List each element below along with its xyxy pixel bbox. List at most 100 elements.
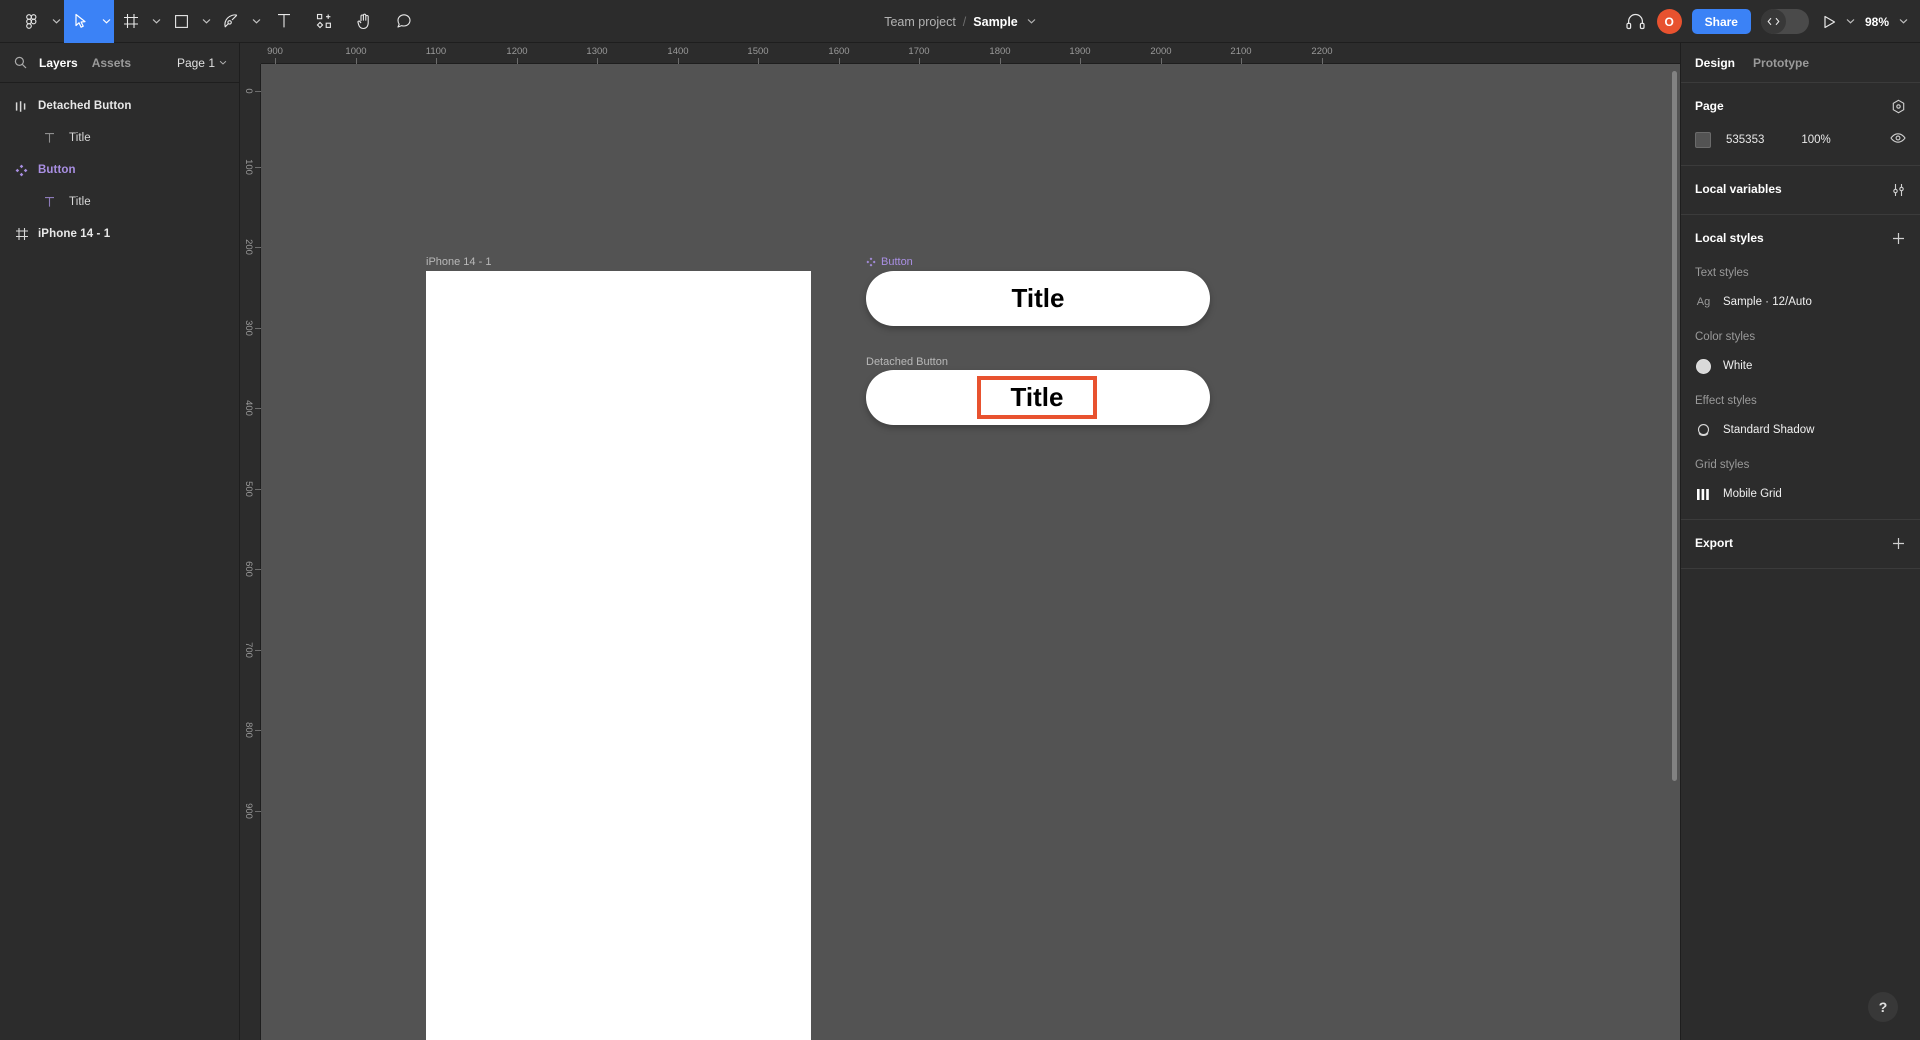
eye-icon[interactable] bbox=[1890, 131, 1906, 149]
layer-label: iPhone 14 - 1 bbox=[38, 228, 111, 240]
page-color-swatch[interactable] bbox=[1695, 132, 1711, 148]
ruler-v-tick: 400 bbox=[243, 400, 254, 416]
detached-button[interactable]: Title bbox=[866, 370, 1210, 425]
share-button[interactable]: Share bbox=[1691, 9, 1751, 34]
ruler-h-tick: 1100 bbox=[425, 46, 447, 57]
plus-icon[interactable] bbox=[1891, 536, 1906, 551]
variables-icon[interactable] bbox=[1891, 182, 1906, 197]
tool-group-left bbox=[0, 0, 424, 43]
selected-text-node[interactable]: Title bbox=[977, 376, 1097, 419]
style-item-label: Sample · 12/Auto bbox=[1723, 296, 1812, 308]
text-layer-icon bbox=[42, 131, 57, 146]
design-panel: Design Prototype Page 535353 100% Local … bbox=[1680, 43, 1920, 1040]
resources-tool-group[interactable] bbox=[304, 0, 344, 43]
figma-logo-icon[interactable] bbox=[14, 0, 48, 43]
ruler-h-mark bbox=[1241, 58, 1242, 64]
local-variables-head: Local variables bbox=[1695, 178, 1906, 200]
text-styles-group: Text styles Ag Sample · 12/Auto bbox=[1695, 267, 1906, 313]
ruler-h-tick: 1300 bbox=[586, 46, 608, 57]
hand-tool-icon[interactable] bbox=[344, 0, 384, 43]
present-button[interactable] bbox=[1823, 15, 1836, 29]
comment-tool-icon[interactable] bbox=[384, 0, 424, 43]
page-color-opacity[interactable]: 100% bbox=[1801, 134, 1830, 146]
plus-icon[interactable] bbox=[1891, 231, 1906, 246]
effect-icon bbox=[1695, 423, 1712, 438]
ruler-vertical: 0 100 200 300 400 500 600 700 800 900 bbox=[240, 43, 261, 1040]
style-item-label: White bbox=[1723, 360, 1753, 372]
local-styles-title: Local styles bbox=[1695, 231, 1764, 245]
layer-row-button[interactable]: Button bbox=[0, 154, 239, 186]
pen-tool-caret-icon[interactable] bbox=[248, 0, 264, 43]
style-item-grid[interactable]: Mobile Grid bbox=[1695, 483, 1906, 505]
pen-tool-group[interactable] bbox=[214, 0, 264, 43]
frame-label-detached-button[interactable]: Detached Button bbox=[866, 356, 948, 368]
effect-styles-group: Effect styles Standard Shadow bbox=[1695, 395, 1906, 441]
ruler-v-mark bbox=[255, 247, 261, 248]
tab-prototype[interactable]: Prototype bbox=[1753, 56, 1809, 70]
headphones-icon[interactable] bbox=[1626, 13, 1645, 30]
pen-tool-icon[interactable] bbox=[214, 0, 248, 43]
present-caret-icon[interactable] bbox=[1846, 16, 1855, 27]
zoom-caret-icon[interactable] bbox=[1899, 16, 1908, 27]
code-icon[interactable] bbox=[1760, 9, 1786, 34]
local-variables-title: Local variables bbox=[1695, 182, 1782, 196]
frame-tool-icon[interactable] bbox=[114, 0, 148, 43]
move-tool-caret-icon[interactable] bbox=[98, 0, 114, 43]
layer-row-iphone-frame[interactable]: iPhone 14 - 1 bbox=[0, 218, 239, 250]
frame-label-iphone[interactable]: iPhone 14 - 1 bbox=[426, 256, 491, 268]
tab-design[interactable]: Design bbox=[1695, 56, 1735, 70]
move-tool-group[interactable] bbox=[64, 0, 114, 43]
shape-tool-caret-icon[interactable] bbox=[198, 0, 214, 43]
button-component-instance[interactable]: Title bbox=[866, 271, 1210, 326]
comment-tool-group[interactable] bbox=[384, 0, 424, 43]
search-icon[interactable] bbox=[14, 56, 27, 69]
frame-icon bbox=[14, 227, 29, 242]
canvas-scrollbar-vertical[interactable] bbox=[1672, 71, 1677, 781]
text-tool-group[interactable] bbox=[264, 0, 304, 43]
breadcrumb-file[interactable]: Sample bbox=[973, 15, 1017, 29]
page-selector[interactable]: Page 1 bbox=[177, 56, 227, 70]
iphone-frame[interactable] bbox=[426, 271, 811, 1040]
ruler-h-mark bbox=[678, 58, 679, 64]
resources-tool-icon[interactable] bbox=[304, 0, 344, 43]
dev-mode-toggle[interactable] bbox=[1760, 9, 1809, 34]
figma-menu-caret-icon[interactable] bbox=[48, 0, 64, 43]
text-tool-icon[interactable] bbox=[264, 0, 304, 43]
layer-row-title-1[interactable]: Title bbox=[0, 122, 239, 154]
effect-styles-label: Effect styles bbox=[1695, 395, 1757, 407]
ruler-v-mark bbox=[255, 730, 261, 731]
color-swatch-icon bbox=[1695, 358, 1712, 374]
shape-tool-icon[interactable] bbox=[164, 0, 198, 43]
hand-tool-group[interactable] bbox=[344, 0, 384, 43]
ruler-h-tick: 1000 bbox=[345, 46, 367, 57]
layer-row-detached-button[interactable]: Detached Button bbox=[0, 90, 239, 122]
grid-styles-group: Grid styles Mobile Grid bbox=[1695, 459, 1906, 505]
shape-tool-group[interactable] bbox=[164, 0, 214, 43]
layer-row-title-2[interactable]: Title bbox=[0, 186, 239, 218]
local-variables-section[interactable]: Local variables bbox=[1681, 166, 1920, 215]
style-item-effect[interactable]: Standard Shadow bbox=[1695, 419, 1906, 441]
page-color-hex[interactable]: 535353 bbox=[1726, 134, 1764, 146]
page-settings-icon[interactable] bbox=[1891, 99, 1906, 114]
breadcrumb-team[interactable]: Team project bbox=[884, 15, 956, 29]
detached-button-title-text: Title bbox=[1010, 382, 1064, 412]
style-item-color[interactable]: White bbox=[1695, 355, 1906, 377]
ruler-h-mark bbox=[436, 58, 437, 64]
help-button[interactable]: ? bbox=[1868, 992, 1898, 1022]
avatar[interactable]: O bbox=[1656, 9, 1682, 34]
page-color-row: 535353 100% bbox=[1695, 129, 1906, 151]
figma-menu-group[interactable] bbox=[0, 0, 64, 43]
ruler-h-tick: 900 bbox=[267, 46, 283, 57]
tab-assets[interactable]: Assets bbox=[92, 56, 131, 70]
frame-tool-caret-icon[interactable] bbox=[148, 0, 164, 43]
breadcrumb-caret-icon[interactable] bbox=[1027, 16, 1036, 27]
frame-tool-group[interactable] bbox=[114, 0, 164, 43]
move-tool-icon[interactable] bbox=[64, 0, 98, 43]
tab-layers[interactable]: Layers bbox=[39, 56, 78, 70]
layer-label: Button bbox=[38, 164, 76, 176]
zoom-level[interactable]: 98% bbox=[1865, 15, 1889, 29]
canvas[interactable]: iPhone 14 - 1 Button Title Detached Butt… bbox=[240, 43, 1680, 1040]
grid-styles-label: Grid styles bbox=[1695, 459, 1750, 471]
style-item-text[interactable]: Ag Sample · 12/Auto bbox=[1695, 291, 1906, 313]
frame-label-button[interactable]: Button bbox=[866, 256, 913, 268]
